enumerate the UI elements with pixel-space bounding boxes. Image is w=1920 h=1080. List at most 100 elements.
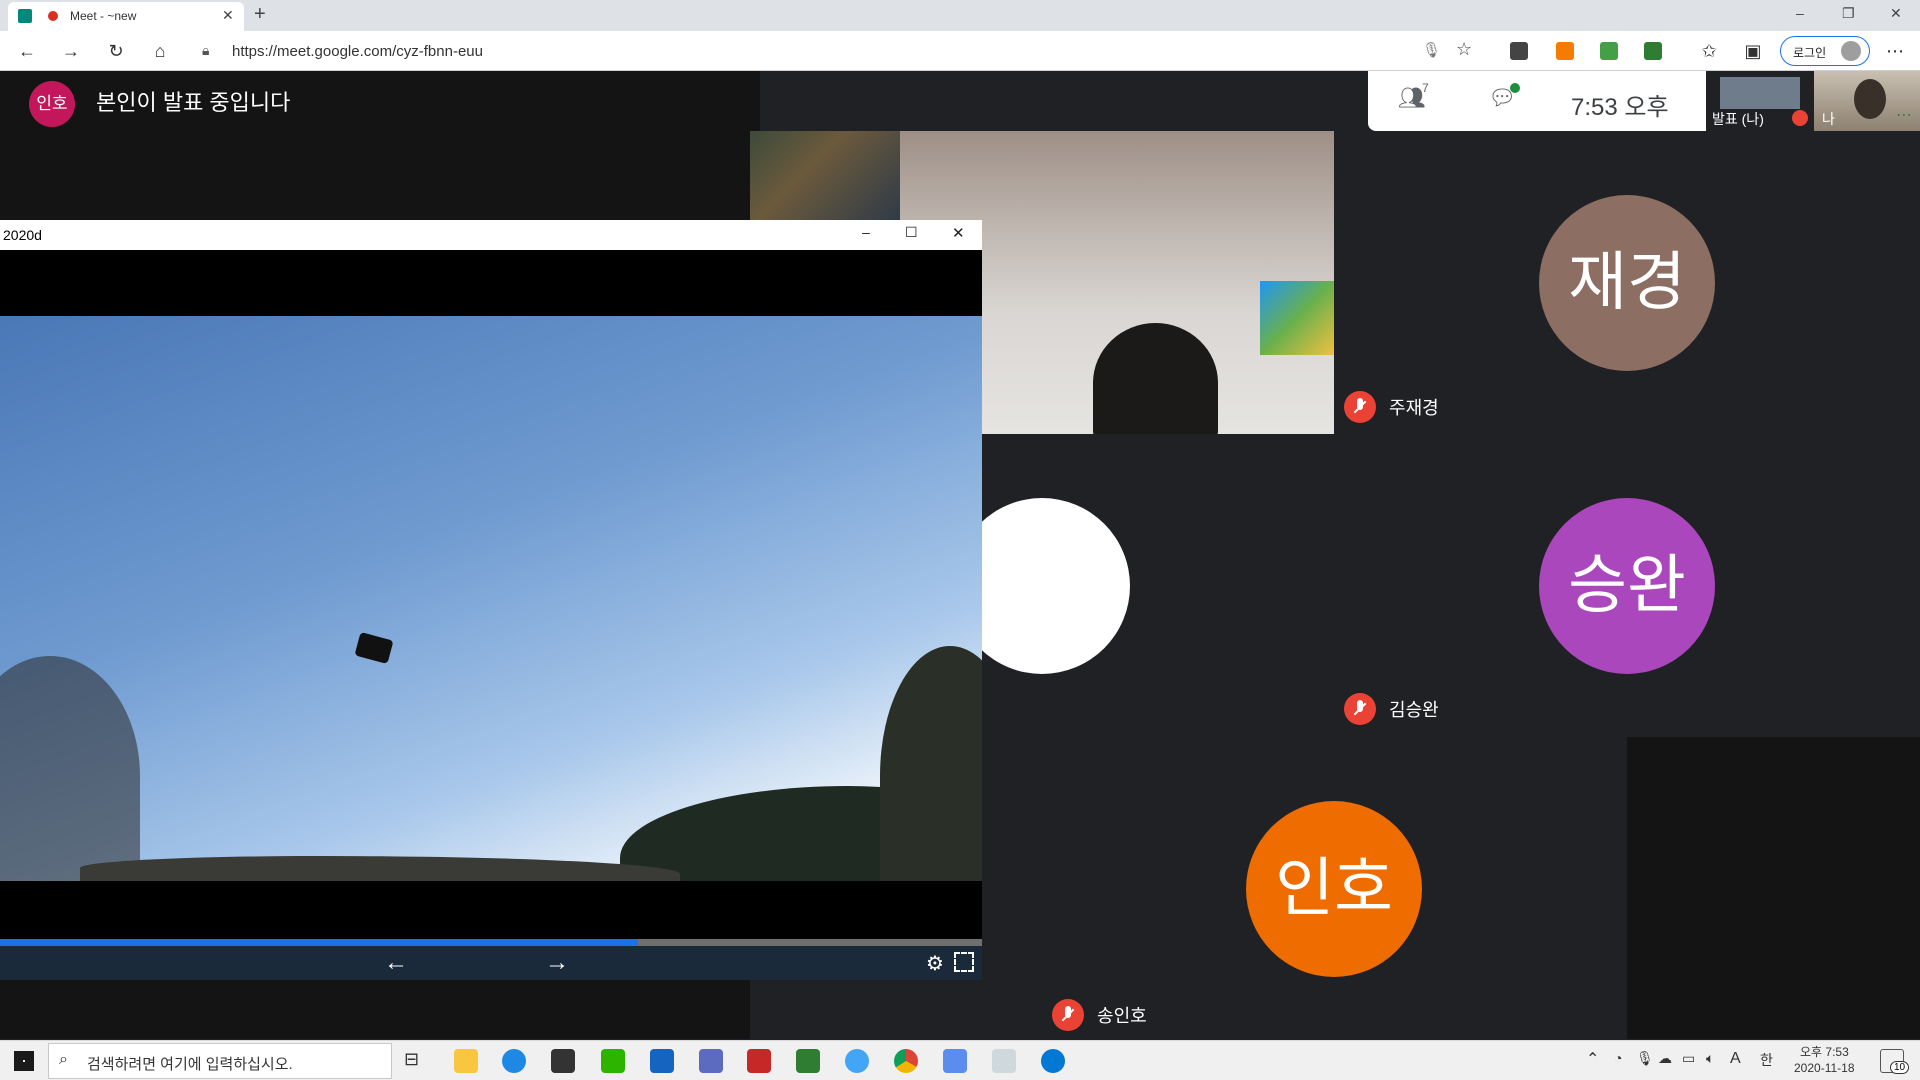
extension-4-icon[interactable] (1644, 42, 1662, 60)
login-button[interactable]: 로그인 (1780, 36, 1870, 66)
participant-row-jaekyung: 주재경 (1344, 391, 1439, 423)
slideshow-progress[interactable] (0, 939, 982, 946)
ime-indicator[interactable]: A (1730, 1050, 1741, 1068)
meet-top-panel: 👥︎ 7 💬︎ 7:53 오후 발표 (나) 나 ⋯ (1368, 71, 1920, 131)
paint-icon[interactable] (992, 1049, 1016, 1073)
bookshelf (750, 131, 900, 221)
presenting-text: 본인이 발표 중입니다 (96, 90, 291, 115)
participant-row-seungwan: 김승완 (1344, 693, 1439, 725)
browser-tab[interactable]: Meet - ~new ✕ (8, 2, 244, 31)
viewer-maximize-icon[interactable]: ☐ (905, 224, 918, 241)
back-icon[interactable]: ← (12, 36, 42, 66)
treeline-bottom (80, 856, 680, 881)
participant-avatar-jaekyung: 재경 (1539, 195, 1715, 371)
restore-button[interactable]: ❐ (1842, 5, 1855, 22)
microphone-icon[interactable]: 🎙︎ (1422, 41, 1441, 59)
drone (354, 632, 394, 664)
address-bar: ← → ↻ ⌂ 🔒︎ https://meet.google.com/cyz-f… (0, 31, 1920, 71)
meet-favicon-icon (18, 9, 32, 23)
refresh-icon[interactable]: ↻ (101, 36, 131, 66)
more-options-icon[interactable]: ⋯ (1896, 105, 1912, 125)
cloud-icon[interactable]: ☁︎ (1658, 1050, 1672, 1067)
presenter-avatar: 인호 (29, 81, 75, 127)
mic-off-icon (1344, 391, 1376, 423)
viewer-title: 2020d (3, 227, 42, 243)
collections-icon[interactable]: ▣ (1738, 36, 1768, 66)
bottom-right-dark (1627, 737, 1920, 1039)
ie-icon[interactable] (845, 1049, 869, 1073)
previous-arrow-icon[interactable]: ← (384, 949, 408, 977)
photos-icon[interactable] (943, 1049, 967, 1073)
tree-left (0, 656, 140, 881)
wall-map (1260, 281, 1334, 355)
url-box[interactable]: 🔒︎ https://meet.google.com/cyz-fbnn-euu … (190, 36, 1480, 66)
tray-chevron-icon[interactable]: ⌃ (1586, 1049, 1599, 1069)
mcafee-icon[interactable] (747, 1049, 771, 1073)
tab-close-icon[interactable]: ✕ (222, 7, 234, 24)
self-label: 나 (1822, 111, 1835, 127)
tree-right (880, 646, 982, 881)
participant-name: 송인호 (1097, 1006, 1147, 1026)
search-icon: ⌕ (59, 1051, 68, 1068)
next-arrow-icon[interactable]: → (545, 949, 569, 977)
naver-icon[interactable] (601, 1049, 625, 1073)
menu-icon[interactable]: ⋯ (1880, 36, 1910, 66)
mail-icon[interactable] (650, 1049, 674, 1073)
mic-off-icon (1052, 999, 1084, 1031)
app-icon[interactable] (699, 1049, 723, 1073)
viewer-controls: ← → ⚙︎ (0, 946, 982, 980)
home-icon[interactable]: ⌂ (145, 36, 175, 66)
edge-icon[interactable] (502, 1049, 526, 1073)
self-video-tile[interactable]: 나 ⋯ (1814, 71, 1920, 131)
file-explorer-icon[interactable] (454, 1049, 478, 1073)
chart-app-icon[interactable] (796, 1049, 820, 1073)
participant-avatar-inho: 인호 (1246, 801, 1422, 977)
browser-tab-bar: Meet - ~new ✕ + – ❐ ✕ (0, 0, 1920, 31)
notification-count: 10 (1890, 1061, 1910, 1074)
forward-icon[interactable]: → (56, 36, 86, 66)
clock-date[interactable]: 2020-11-18 (1794, 1061, 1855, 1075)
participant-name: 김승완 (1389, 700, 1439, 720)
self-tile-label: 발표 (나) (1712, 111, 1764, 127)
participant-head (1093, 323, 1218, 434)
extension-1-icon[interactable] (1510, 42, 1528, 60)
self-presentation-tile[interactable]: 발표 (나) (1706, 71, 1814, 131)
store-icon[interactable] (551, 1049, 575, 1073)
participant-name: 주재경 (1389, 398, 1439, 418)
participant-row-inho: 송인호 (1052, 999, 1147, 1031)
language-indicator[interactable]: 한 (1760, 1050, 1773, 1070)
self-head (1854, 79, 1886, 119)
new-tab-button[interactable]: + (254, 3, 266, 26)
fullscreen-icon[interactable] (954, 952, 974, 972)
url-text[interactable]: https://meet.google.com/cyz-fbnn-euu (232, 43, 483, 60)
windows-start-icon[interactable] (14, 1051, 34, 1071)
favorites-icon[interactable]: ✩ (1694, 36, 1724, 66)
taskbar-search-box[interactable]: ⌕ 검색하려면 여기에 입력하십시오. (48, 1043, 392, 1079)
sky-photo (0, 316, 982, 881)
minimize-button[interactable]: – (1796, 5, 1804, 21)
photo-viewer-window: 2020d – ☐ ✕ ← → ⚙︎ (0, 220, 982, 980)
settings-gear-icon[interactable]: ⚙︎ (926, 951, 944, 976)
extension-2-icon[interactable] (1556, 42, 1574, 60)
edge-new-icon[interactable] (1041, 1049, 1065, 1073)
tab-title: Meet - ~new (70, 9, 137, 23)
extension-3-icon[interactable] (1600, 42, 1618, 60)
network-icon[interactable]: ◔ (1614, 1050, 1622, 1066)
favorite-star-icon[interactable]: ☆ (1456, 39, 1472, 60)
task-view-icon[interactable]: ⊟ (404, 1049, 419, 1070)
battery-icon[interactable]: ▭ (1682, 1050, 1695, 1067)
clock-time[interactable]: 오후 7:53 (1800, 1043, 1849, 1060)
participant-count: 7 (1422, 81, 1429, 95)
viewer-close-icon[interactable]: ✕ (952, 224, 965, 242)
chrome-icon[interactable] (894, 1049, 918, 1073)
mic-tray-icon[interactable]: 🎙︎ (1636, 1050, 1654, 1067)
chat-unread-dot (1510, 83, 1520, 93)
viewer-minimize-icon[interactable]: – (862, 224, 870, 240)
viewer-title-bar: 2020d – ☐ ✕ (0, 220, 982, 250)
close-window-button[interactable]: ✕ (1890, 5, 1902, 22)
slideshow-progress-fill (0, 939, 639, 946)
meeting-time: 7:53 오후 (1571, 94, 1669, 121)
participant-avatar-seungwan: 승완 (1539, 498, 1715, 674)
mic-off-icon (1344, 693, 1376, 725)
volume-icon[interactable]: 🔈︎ (1706, 1050, 1714, 1067)
